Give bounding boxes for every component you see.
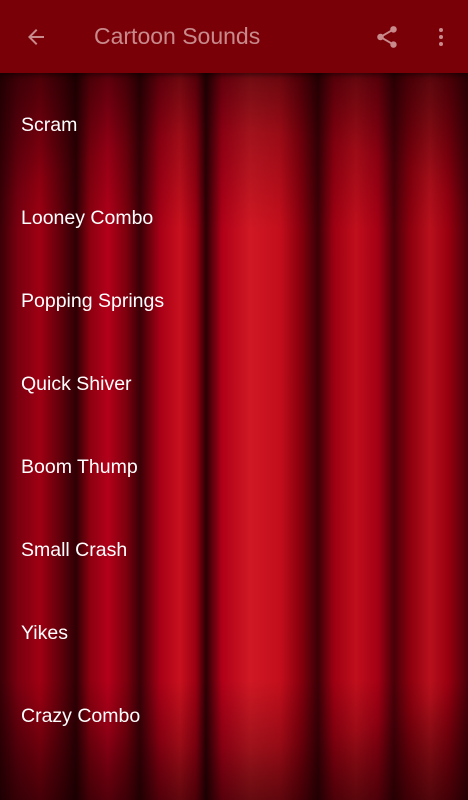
list-item-label: Quick Shiver [21,373,132,395]
list-item[interactable]: Looney Combo [0,177,468,260]
list-item[interactable]: Crazy Combo [0,675,468,758]
list-item[interactable]: Scram [0,73,468,177]
list-item[interactable]: Quick Shiver [0,343,468,426]
more-vert-icon [439,27,443,46]
list-item-label: Yikes [21,622,68,644]
page-title: Cartoon Sounds [94,23,261,49]
arrow-left-icon [28,28,44,45]
list-item[interactable]: Popping Springs [0,260,468,343]
list-item-label: Looney Combo [21,207,154,229]
list-item-label: Scram [21,113,78,136]
list-item[interactable]: Small Crash [0,509,468,592]
sound-list: Scram Looney Combo Popping Springs Quick… [0,73,468,758]
list-item-label: Popping Springs [21,290,165,312]
list-item-label: Boom Thump [21,456,138,478]
share-icon [377,25,397,48]
list-item-label: Small Crash [21,539,128,561]
app-bar: Cartoon Sounds [0,0,468,73]
list-item-label: Crazy Combo [21,705,141,727]
list-item[interactable]: Yikes [0,592,468,675]
list-item[interactable]: Boom Thump [0,426,468,509]
overflow-menu-button[interactable] [414,0,468,73]
back-button[interactable] [0,0,72,73]
share-button[interactable] [360,0,414,73]
